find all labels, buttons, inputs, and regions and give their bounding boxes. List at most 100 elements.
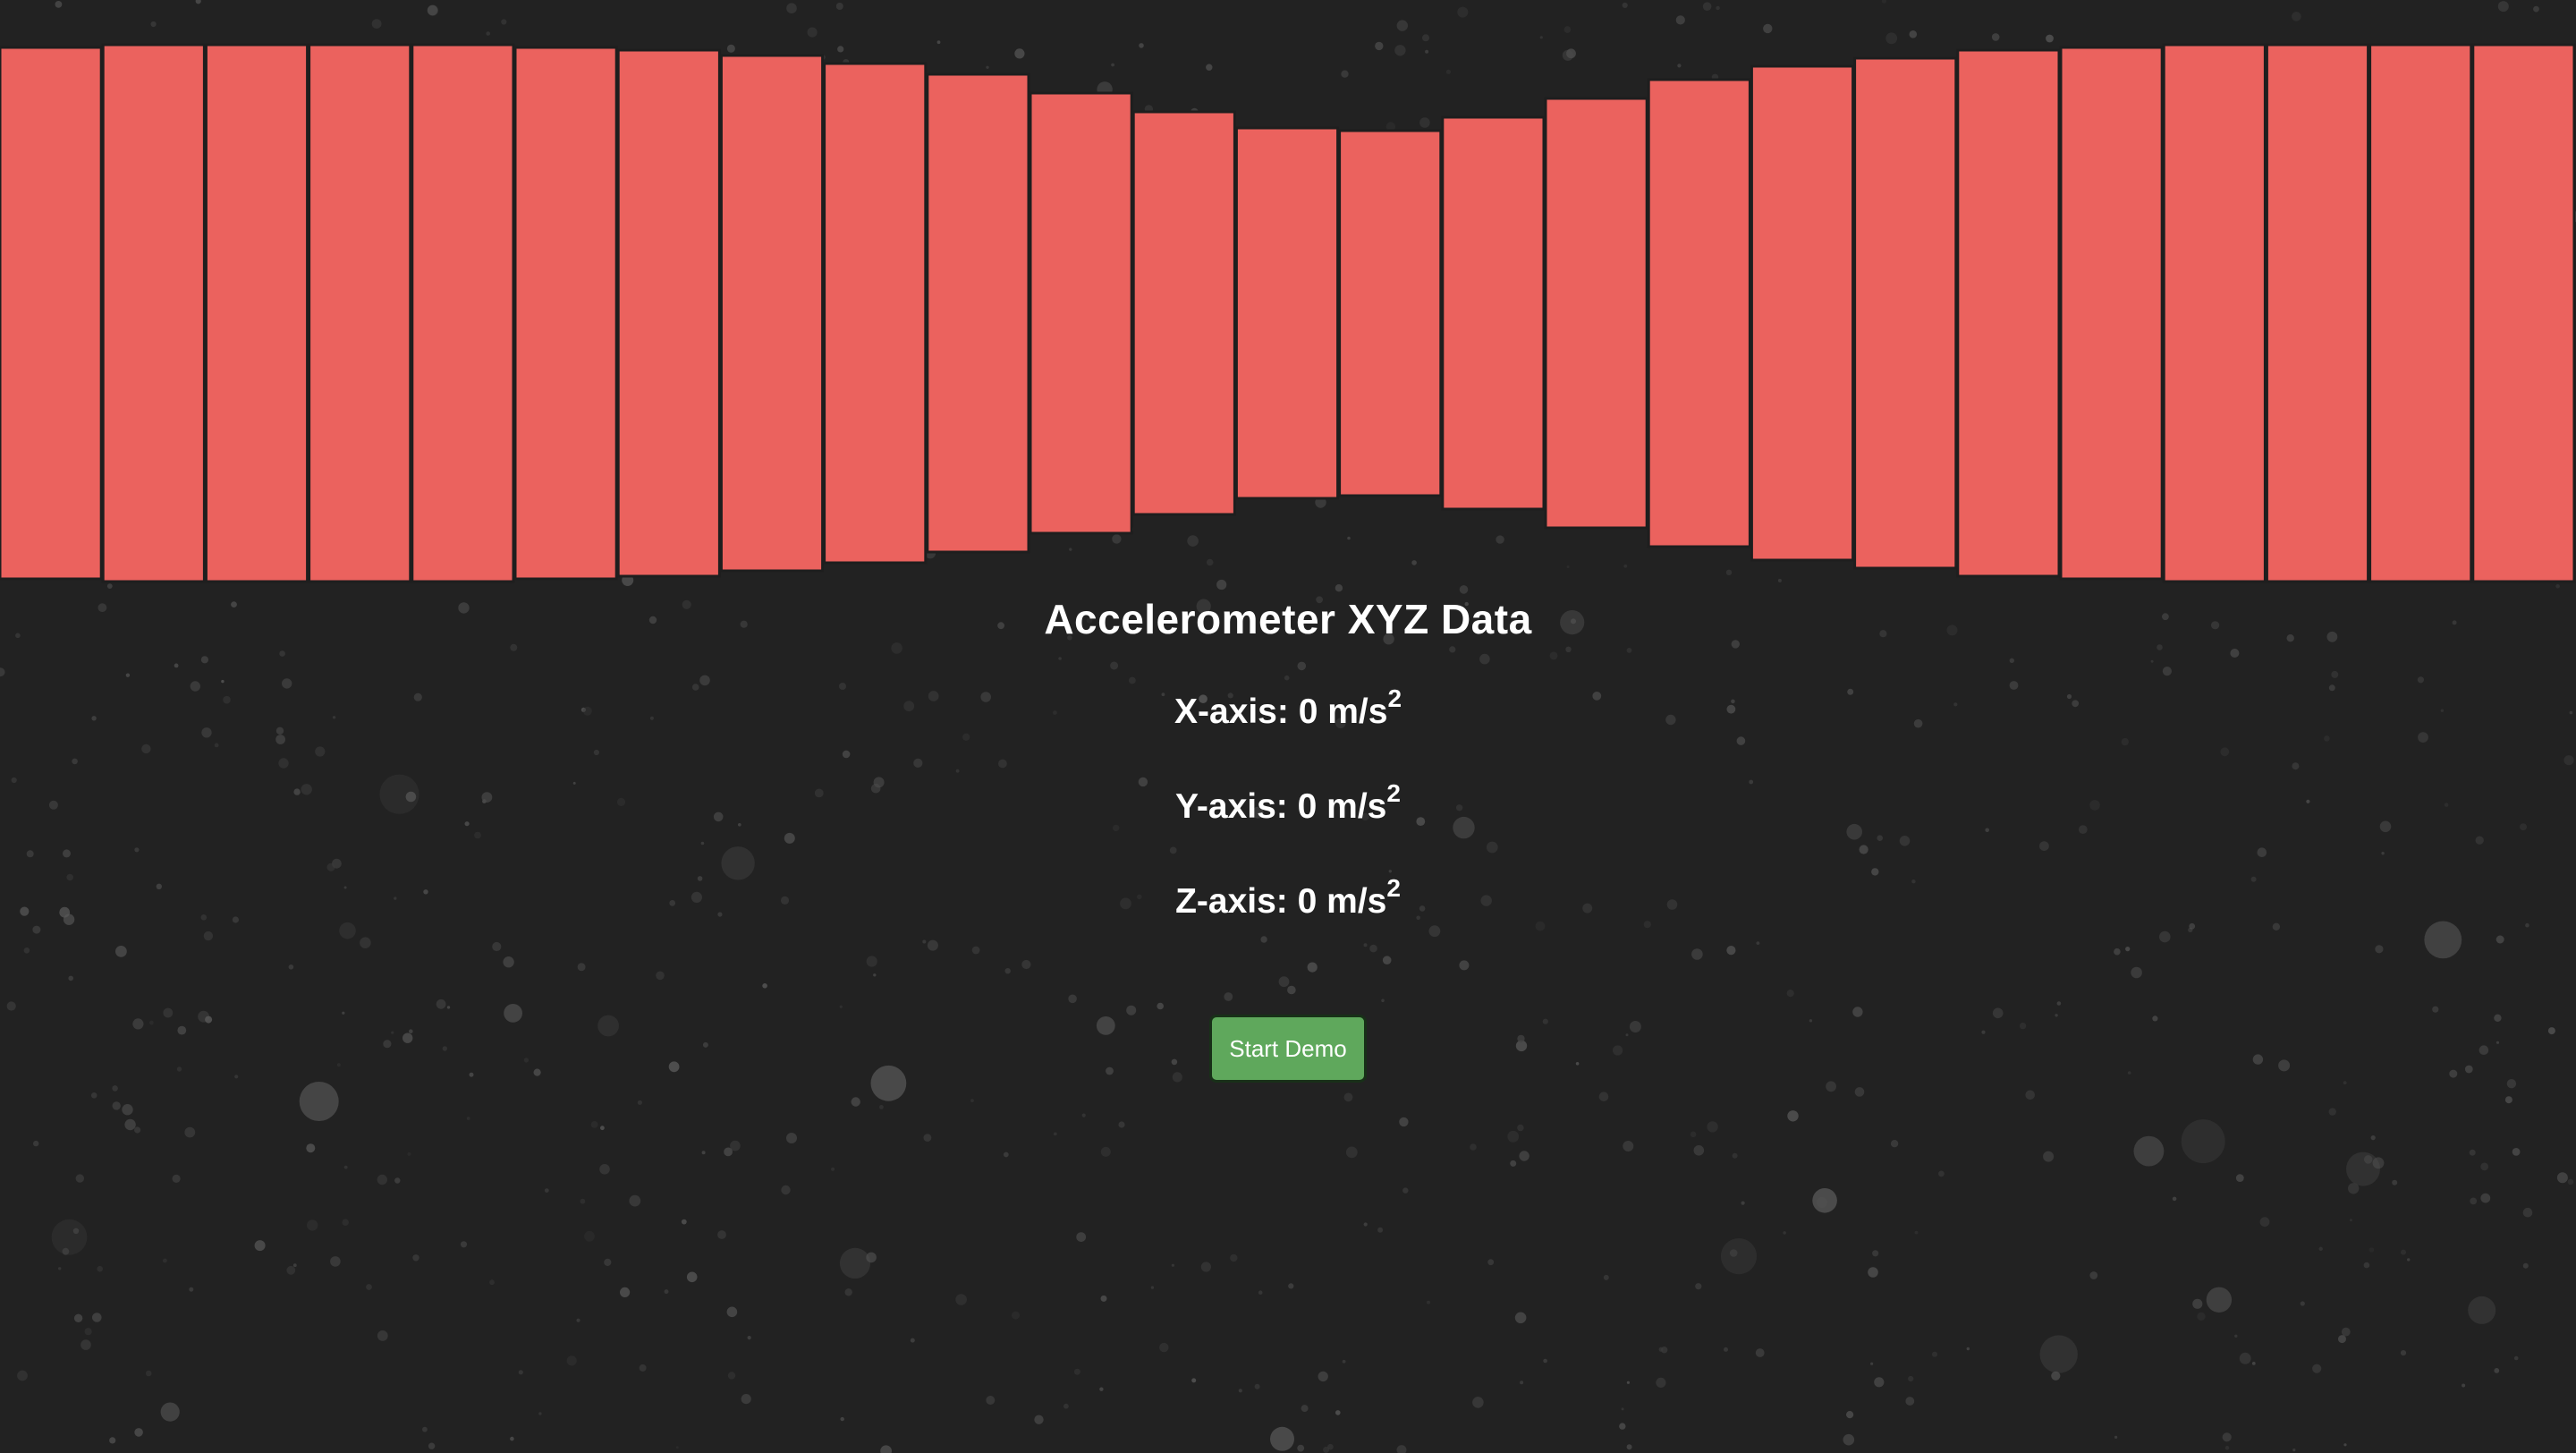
particle: [2522, 1262, 2529, 1269]
particle: [1690, 1131, 1697, 1138]
particle: [1603, 1274, 1609, 1280]
particle: [1100, 1295, 1107, 1302]
bar-13: [1234, 126, 1340, 500]
particle: [1327, 1443, 1334, 1450]
particle: [1623, 1141, 1634, 1151]
particle: [1254, 1383, 1260, 1389]
particle: [58, 1267, 62, 1270]
particle: [1826, 1081, 1836, 1092]
particle: [214, 743, 219, 748]
particle: [2025, 1090, 2035, 1100]
particle: [1658, 1347, 1664, 1352]
particle: [1382, 956, 1392, 964]
particle: [518, 1370, 523, 1375]
particle: [1542, 1018, 1548, 1024]
particle: [842, 750, 851, 759]
particle: [2043, 1151, 2055, 1162]
particle: [2127, 1071, 2131, 1075]
particle: [1843, 1433, 1855, 1446]
particle: [2504, 1096, 2512, 1104]
particle: [727, 1372, 736, 1380]
particle: [1693, 1145, 1705, 1156]
particle: [1905, 1397, 1915, 1406]
particle: [1345, 1146, 1358, 1159]
particle: [1258, 1290, 1263, 1295]
particle: [163, 1258, 167, 1263]
particle: [1073, 1368, 1080, 1375]
particle: [2372, 1157, 2385, 1169]
particle: [686, 1271, 698, 1283]
bar-2: [101, 43, 206, 583]
particle: [342, 1219, 350, 1226]
particle: [17, 1370, 28, 1381]
particle: [1076, 1232, 1087, 1242]
particle: [221, 679, 225, 684]
particle: [1966, 1347, 1970, 1351]
bar-strip: [0, 43, 2576, 583]
particle: [839, 1005, 843, 1009]
particle: [1388, 870, 1393, 873]
particle: [786, 1133, 797, 1143]
particle: [1519, 1151, 1530, 1161]
particle: [721, 846, 755, 880]
particle: [1656, 1377, 1666, 1388]
particle: [460, 1241, 468, 1248]
particle: [254, 1240, 266, 1252]
particle: [2513, 1355, 2519, 1361]
particle: [747, 1336, 751, 1340]
particle: [781, 1185, 791, 1195]
bar-21: [2059, 46, 2164, 581]
particle: [2512, 1148, 2521, 1156]
particle: [134, 1428, 143, 1437]
particle: [26, 850, 34, 858]
bar-9: [823, 62, 928, 565]
particle: [1520, 1381, 1524, 1385]
particle: [92, 1313, 102, 1322]
particle: [1396, 1445, 1407, 1453]
x-axis-value: 0: [1298, 693, 1318, 731]
particle: [840, 1416, 844, 1422]
particle: [1058, 657, 1062, 660]
z-axis-unit: m/s: [1326, 882, 1387, 921]
particle: [2192, 1298, 2203, 1309]
particle: [1096, 1016, 1115, 1035]
particle: [330, 1256, 341, 1267]
particle: [1470, 1143, 1477, 1151]
particle: [1307, 962, 1318, 973]
bar-14: [1338, 129, 1443, 497]
particle: [141, 743, 151, 754]
particle: [2346, 1151, 2380, 1186]
readout-panel: Accelerometer XYZ Data X-axis: 0 m/s2 Y-…: [0, 591, 2576, 1083]
particle: [784, 832, 795, 844]
particle: [1507, 1130, 1520, 1143]
particle: [577, 963, 586, 972]
start-demo-button[interactable]: Start Demo: [1209, 1015, 1367, 1083]
particle: [2338, 1335, 2346, 1344]
particle: [2496, 1041, 2500, 1044]
particle: [584, 1230, 595, 1242]
particle: [1110, 661, 1119, 670]
particle: [1159, 1342, 1169, 1353]
particle: [1402, 1187, 1409, 1194]
particle: [1695, 1283, 1702, 1290]
bar-6: [513, 46, 618, 581]
particle: [279, 650, 285, 657]
particle: [2089, 1271, 2098, 1279]
particle: [1003, 1151, 1009, 1158]
particle: [1099, 1387, 1104, 1391]
particle: [2172, 1196, 2177, 1202]
particle: [1126, 1005, 1137, 1015]
particle: [2197, 1312, 2206, 1321]
particle: [1238, 1389, 1242, 1393]
particle: [2292, 1449, 2296, 1452]
particle: [955, 1294, 967, 1305]
particle: [1171, 1263, 1174, 1267]
particle: [866, 956, 877, 967]
particle: [51, 1219, 88, 1255]
particle: [1063, 1403, 1069, 1409]
page-title: Accelerometer XYZ Data: [1044, 596, 1532, 642]
particle: [2133, 1135, 2165, 1167]
particle: [700, 841, 705, 845]
particle: [699, 675, 710, 686]
particle: [629, 1194, 641, 1207]
